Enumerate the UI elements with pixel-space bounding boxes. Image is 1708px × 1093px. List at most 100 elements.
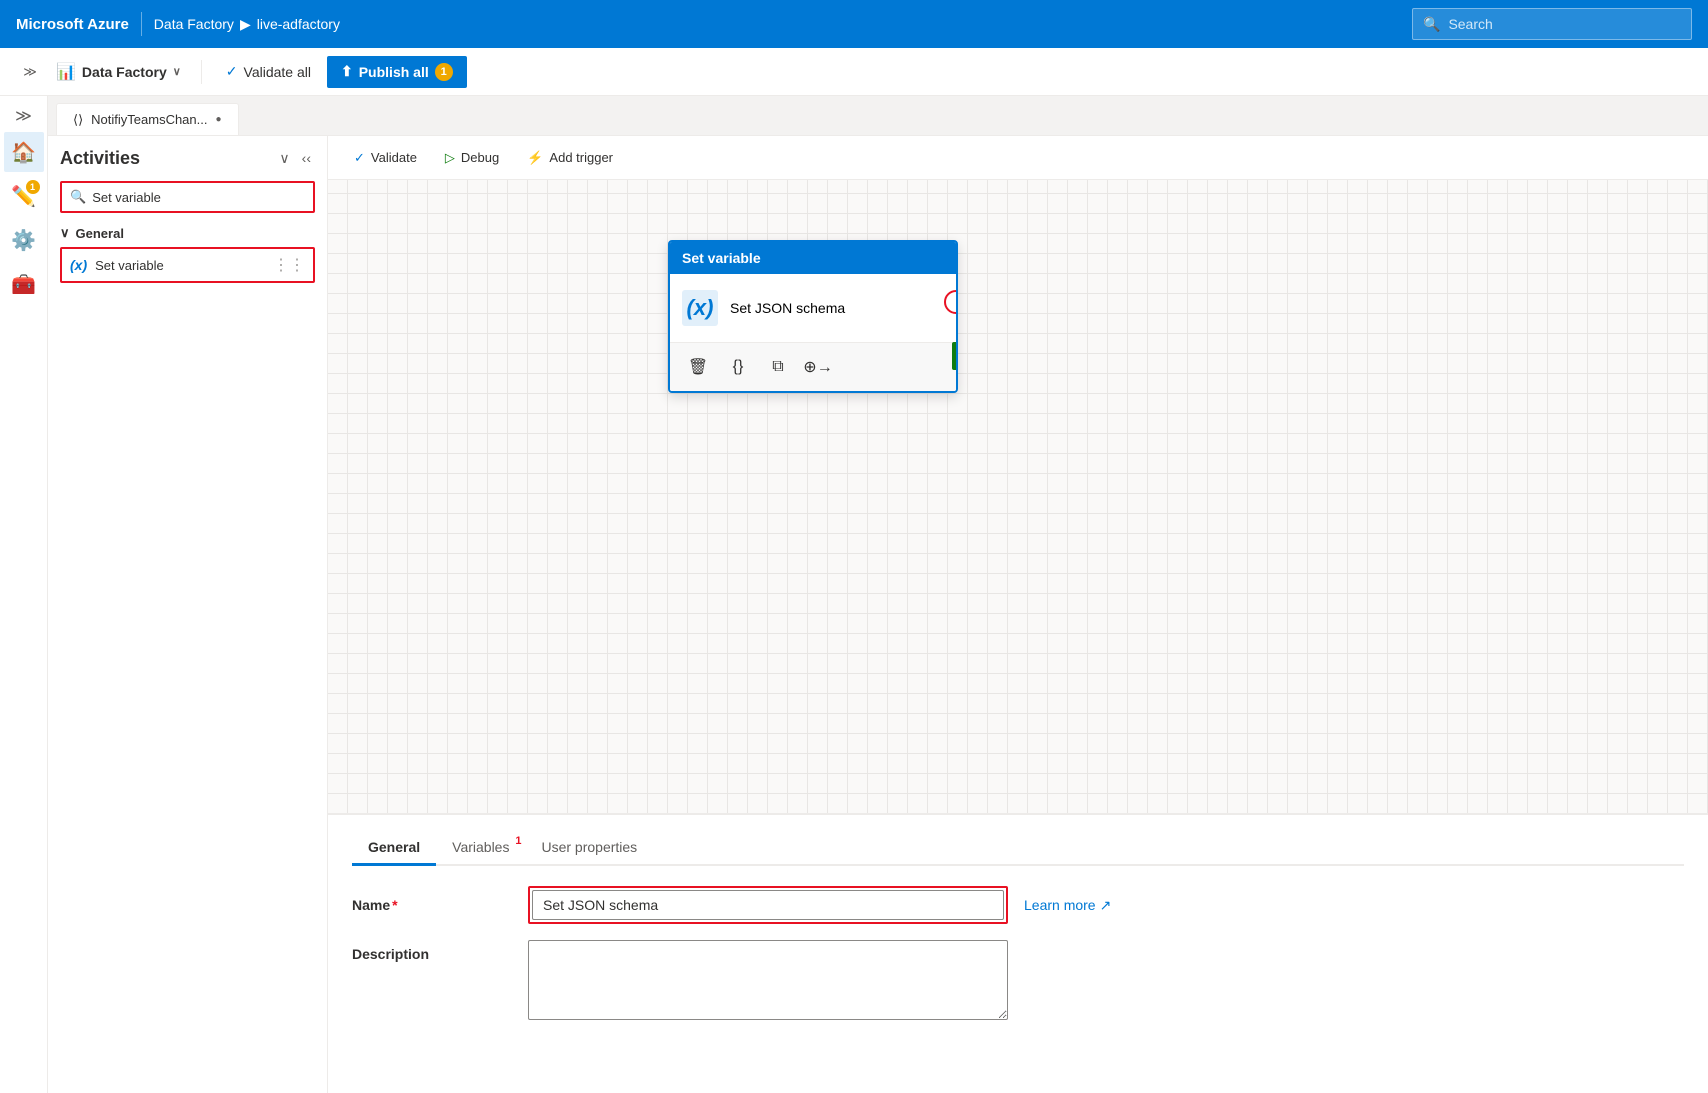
debug-btn[interactable]: ▷ Debug (435, 146, 509, 170)
trash-icon: 🗑 (688, 357, 708, 377)
briefcase-icon: 🧰 (11, 272, 36, 297)
breadcrumb: Data Factory ▶ live-adfactory (154, 16, 340, 33)
card-connect-btn[interactable]: ⊕→ (802, 351, 834, 383)
upload-icon: ⬆ (341, 63, 353, 80)
pipeline-icon: ⟨⟩ (73, 112, 83, 128)
collapse-sidebar-btn[interactable]: ≫ (16, 58, 44, 86)
name-input[interactable] (532, 890, 1004, 920)
canvas-content[interactable]: Set variable (x) Set JSON schema 🗑 (328, 180, 1708, 813)
tab-bar: ⟨⟩ NotifiyTeamsChan... ● (48, 96, 1708, 136)
publish-all-btn[interactable]: ⬆ Publish all 1 (327, 56, 467, 88)
external-link-icon: ↗ (1100, 897, 1112, 914)
bottom-tabs: General Variables 1 User properties (352, 831, 1684, 866)
sidebar-home-btn[interactable]: 🏠 (4, 132, 44, 172)
card-variable-icon: (x) (682, 290, 718, 326)
general-tab-label: General (368, 839, 420, 855)
set-variable-card[interactable]: Set variable (x) Set JSON schema 🗑 (668, 240, 958, 393)
top-divider (141, 12, 142, 36)
description-label: Description (352, 940, 512, 962)
learn-more-link[interactable]: Learn more ↗ (1024, 897, 1111, 914)
sidebar-manage-btn[interactable]: 🧰 (4, 264, 44, 304)
activities-header: Activities ∨ ‹‹ (60, 148, 315, 169)
breadcrumb-factory-name[interactable]: live-adfactory (257, 16, 340, 32)
user-properties-tab-label: User properties (541, 839, 637, 855)
breadcrumb-arrow: ▶ (240, 16, 251, 33)
copy-icon: ⧉ (772, 358, 783, 376)
search-box[interactable]: 🔍 (1412, 8, 1692, 40)
data-factory-icon: 📊 (56, 62, 76, 82)
validate-icon: ✓ (354, 150, 365, 166)
toolbar: ≫ 📊 Data Factory ∨ ✓ Validate all ⬆ Publ… (0, 48, 1708, 96)
sidebar-edit-btn[interactable]: ✏️ 1 (4, 176, 44, 216)
double-chevron-right-icon: ≫ (15, 106, 32, 126)
card-body: (x) Set JSON schema (670, 274, 956, 342)
search-activities-icon: 🔍 (70, 189, 86, 205)
sidebar-monitor-btn[interactable]: ⚙️ (4, 220, 44, 260)
variables-badge: 1 (515, 835, 521, 847)
double-chevron-icon: ≫ (23, 64, 37, 80)
card-copy-btn[interactable]: ⧉ (762, 351, 794, 383)
green-success-indicator (952, 342, 958, 370)
curly-braces-icon: {} (733, 358, 744, 376)
tab-unsaved-dot: ● (215, 114, 221, 125)
add-trigger-label: Add trigger (549, 150, 613, 165)
x-symbol: (x) (687, 295, 714, 321)
publish-all-label: Publish all (359, 64, 429, 80)
card-title: Set JSON schema (730, 300, 845, 316)
general-section: ∨ General (x) Set variable ⋮⋮ (60, 225, 315, 283)
card-header: Set variable (670, 242, 956, 274)
inner-layout: Activities ∨ ‹‹ 🔍 ∨ General (48, 136, 1708, 1093)
activities-panel: Activities ∨ ‹‹ 🔍 ∨ General (48, 136, 328, 1093)
canvas-toolbar: ✓ Validate ▷ Debug ⚡ Add trigger (328, 136, 1708, 180)
pipeline-tab[interactable]: ⟨⟩ NotifiyTeamsChan... ● (56, 103, 239, 135)
validate-btn[interactable]: ✓ Validate (344, 146, 427, 170)
card-header-label: Set variable (682, 250, 761, 266)
set-variable-activity-label: Set variable (95, 258, 164, 273)
add-trigger-btn[interactable]: ⚡ Add trigger (517, 146, 623, 170)
card-delete-btn[interactable]: 🗑 (682, 351, 714, 383)
tab-variables[interactable]: Variables 1 (436, 831, 525, 866)
debug-label: Debug (461, 150, 499, 165)
pipeline-tab-label: NotifiyTeamsChan... (91, 112, 207, 127)
search-input[interactable] (1448, 16, 1681, 32)
collapse-activities-btn[interactable]: ∨ (275, 148, 293, 169)
name-label: Name* (352, 897, 512, 913)
main-layout: ≫ 🏠 ✏️ 1 ⚙️ 🧰 ⟨⟩ NotifiyTeamsChan... ● (0, 96, 1708, 1093)
brand-label: Microsoft Azure (16, 16, 129, 33)
home-icon: 🏠 (11, 140, 36, 165)
required-star: * (392, 897, 397, 913)
toolbar-separator (201, 60, 202, 84)
tab-general[interactable]: General (352, 831, 436, 866)
breadcrumb-data-factory[interactable]: Data Factory (154, 16, 234, 32)
data-factory-label: Data Factory (82, 64, 167, 80)
description-input[interactable] (528, 940, 1008, 1020)
card-actions: 🗑 {} ⧉ ⊕→ (670, 342, 956, 391)
icon-sidebar: ≫ 🏠 ✏️ 1 ⚙️ 🧰 (0, 96, 48, 1093)
search-icon: 🔍 (1423, 16, 1440, 33)
validate-all-label: Validate all (244, 64, 311, 80)
set-variable-activity-item[interactable]: (x) Set variable ⋮⋮ (60, 247, 315, 283)
bottom-panel: General Variables 1 User properties Name… (328, 813, 1708, 1093)
card-code-btn[interactable]: {} (722, 351, 754, 383)
data-factory-btn[interactable]: 📊 Data Factory ∨ (48, 58, 189, 86)
lightning-icon: ⚡ (527, 150, 543, 166)
drag-handle-icon[interactable]: ⋮⋮ (273, 255, 305, 275)
name-form-row: Name* Learn more ↗ (352, 886, 1684, 924)
general-header[interactable]: ∨ General (60, 225, 315, 241)
connect-icon: ⊕→ (803, 357, 832, 377)
expand-panel-btn[interactable]: ≫ (4, 104, 44, 128)
learn-more-label: Learn more (1024, 897, 1096, 913)
content-area: ⟨⟩ NotifiyTeamsChan... ● Activities ∨ ‹‹… (48, 96, 1708, 1093)
activities-search-box[interactable]: 🔍 (60, 181, 315, 213)
general-collapse-icon: ∨ (60, 225, 70, 241)
publish-badge: 1 (435, 63, 453, 81)
edit-badge: 1 (26, 180, 40, 194)
name-input-wrapper (528, 886, 1008, 924)
activities-title: Activities (60, 148, 140, 169)
activities-controls: ∨ ‹‹ (275, 148, 315, 169)
tab-user-properties[interactable]: User properties (525, 831, 653, 866)
validate-all-btn[interactable]: ✓ Validate all (214, 59, 323, 84)
activities-search-input[interactable] (92, 190, 305, 205)
collapse-panel-btn[interactable]: ‹‹ (298, 148, 315, 169)
monitor-icon: ⚙️ (11, 228, 36, 253)
